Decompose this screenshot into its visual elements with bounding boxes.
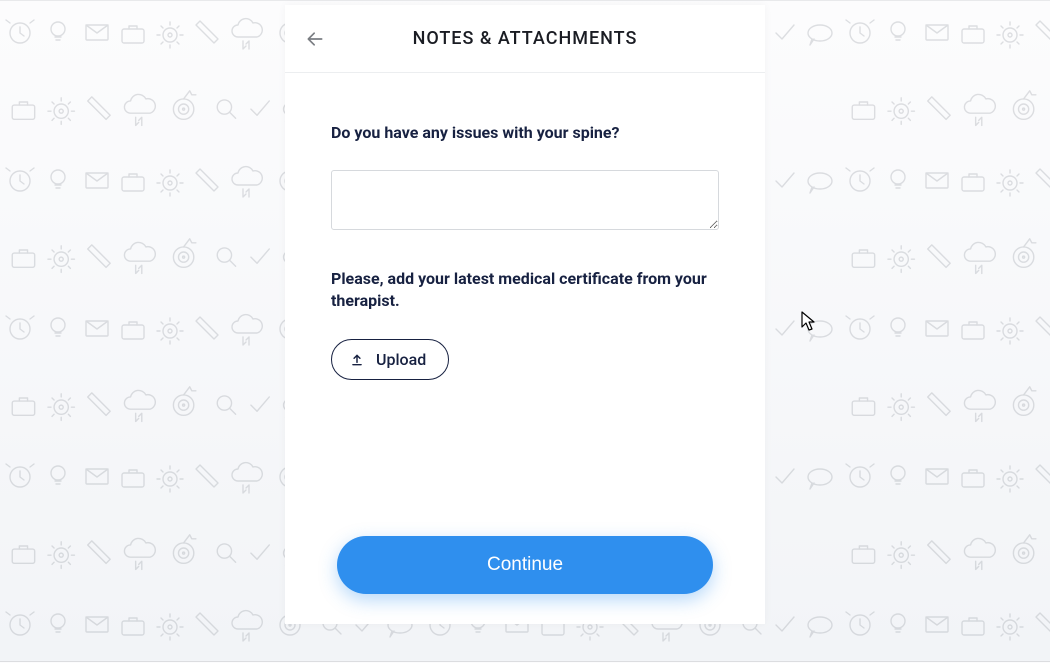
card-header: NOTES & ATTACHMENTS [285, 5, 765, 73]
continue-button-label: Continue [487, 554, 563, 575]
cursor-icon [801, 311, 817, 333]
page-title: NOTES & ATTACHMENTS [413, 28, 638, 49]
card-body: Do you have any issues with your spine? … [285, 73, 765, 624]
upload-button-label: Upload [376, 350, 426, 369]
spine-issues-textarea[interactable] [331, 170, 719, 230]
form-card: NOTES & ATTACHMENTS Do you have any issu… [285, 5, 765, 624]
continue-button[interactable]: Continue [337, 536, 713, 594]
upload-instruction: Please, add your latest medical certific… [331, 268, 719, 311]
back-button[interactable] [303, 27, 327, 51]
question-label: Do you have any issues with your spine? [331, 123, 719, 142]
arrow-left-icon [305, 29, 325, 49]
upload-button[interactable]: Upload [331, 339, 449, 380]
upload-icon [350, 353, 364, 367]
